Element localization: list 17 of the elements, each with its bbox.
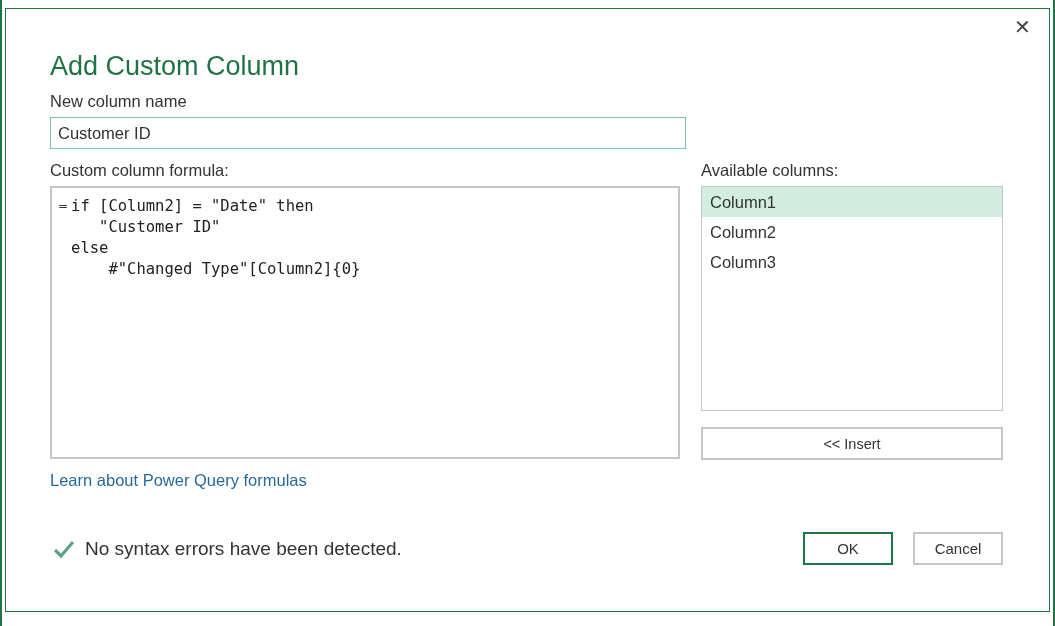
status-message: No syntax errors have been detected.: [85, 537, 402, 560]
field-label: New column name: [50, 92, 188, 111]
cancel-button[interactable]: Cancel: [913, 532, 1003, 565]
ok-button[interactable]: OK: [803, 532, 893, 565]
column-item[interactable]: Column2: [702, 217, 1002, 247]
column-name-field[interactable]: Customer ID: [50, 117, 686, 149]
field-label: Custom column formula:: [50, 161, 230, 180]
insert-button[interactable]: << Insert: [701, 427, 1003, 460]
close-button[interactable]: ✕: [1010, 13, 1035, 41]
formula-editor[interactable]: = if [Column2] = "Date" then "Customer ID" else #"Changed Type"[Column2]{0}: [50, 186, 680, 459]
learn-link[interactable]: Learn about Power Query formulas: [50, 471, 307, 490]
column-item[interactable]: Column3: [702, 247, 1002, 277]
field-label: Available columns:: [701, 161, 840, 180]
formula-code: if [Column2] = "Date" then "Customer ID" else #"Changed Type"[Column2]{0}: [71, 196, 361, 280]
dialog-title: Add Custom Column: [50, 51, 301, 82]
equals-sign: =: [58, 198, 69, 215]
column-item[interactable]: Column1: [702, 187, 1002, 217]
